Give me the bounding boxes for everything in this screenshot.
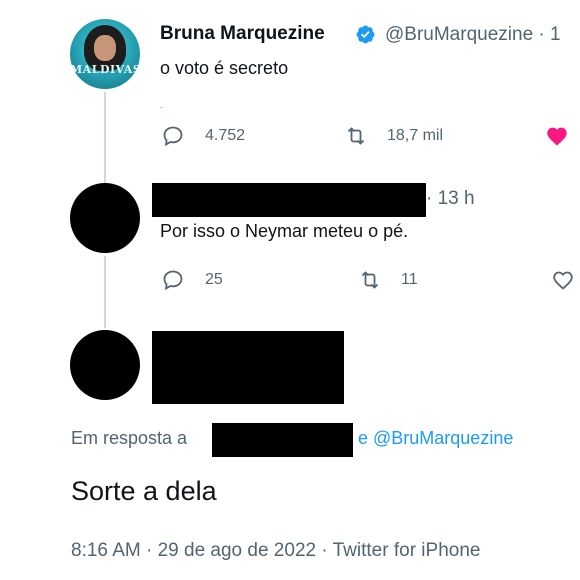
retweet-icon — [361, 271, 379, 289]
thread-line-1 — [104, 92, 106, 184]
like-action-2[interactable] — [550, 268, 576, 292]
retweet-icon — [347, 127, 365, 145]
retweet-action[interactable]: 18,7 mil — [342, 124, 443, 148]
reply-action-2[interactable]: 25 — [160, 268, 223, 292]
tweet-small-mark: . — [160, 100, 163, 111]
author-avatar[interactable]: MALDIVAS — [70, 19, 140, 89]
avatar-face — [94, 35, 116, 61]
retweet-count-2: 11 — [401, 271, 418, 288]
tweet-text: o voto é secreto — [160, 58, 289, 78]
reply-action[interactable]: 4.752 — [160, 124, 245, 148]
retweet-count: 18,7 mil — [387, 127, 444, 144]
tweet-meta[interactable]: 8:16 AM · 29 de ago de 2022 · Twitter fo… — [71, 540, 480, 562]
focused-tweet-text: Sorte a dela — [71, 476, 217, 506]
reply-icon — [163, 126, 183, 147]
reply-to-conjunction: e — [358, 428, 369, 448]
heart-outline-icon — [553, 271, 573, 290]
thread-line-2 — [104, 256, 106, 328]
redacted-reply-to-user — [212, 423, 353, 457]
focused-avatar[interactable] — [70, 330, 140, 400]
reply-count-2: 25 — [205, 271, 223, 288]
reply-to-handle-link[interactable]: @BruMarquezine — [373, 428, 513, 449]
reply-timestamp[interactable]: · 13 h — [426, 188, 475, 210]
reply-avatar[interactable] — [70, 183, 140, 253]
verified-badge-icon — [356, 25, 375, 44]
avatar-logo-text: MALDIVAS — [70, 63, 140, 76]
reply-text: Por isso o Neymar meteu o pé. — [160, 221, 409, 241]
reply-count: 4.752 — [205, 127, 246, 144]
like-action[interactable] — [544, 124, 570, 148]
heart-filled-icon — [547, 127, 567, 146]
reply-icon — [163, 270, 183, 291]
author-name[interactable]: Bruna Marquezine — [160, 23, 325, 45]
author-handle[interactable]: @BruMarquezine · 1 — [385, 24, 561, 46]
redacted-focused-author — [152, 331, 344, 404]
redacted-reply-author — [152, 183, 426, 217]
retweet-action-2[interactable]: 11 — [356, 268, 418, 292]
reply-to-label: Em resposta a — [71, 428, 188, 448]
